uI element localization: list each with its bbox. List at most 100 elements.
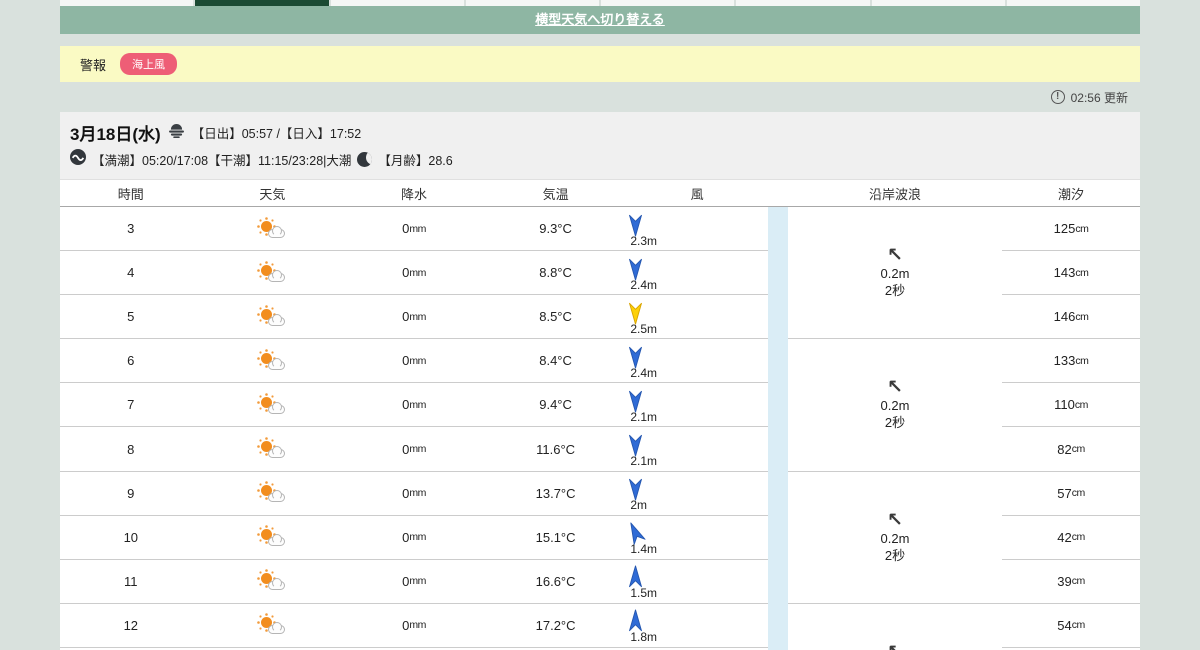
- temp-cell: 8.5°C: [539, 309, 572, 325]
- wave-height: 0.2m: [880, 398, 910, 414]
- wave-circle-icon: [70, 149, 86, 170]
- wind-direction-arrow-icon: [629, 346, 643, 369]
- unit-label: mm: [409, 266, 426, 279]
- table-body: 3 0 mm 9.3°C 2.3m 4 0 mm 8.8°C 2.4m 5 0 mm 8.5°C 2.5m 6…: [60, 207, 1140, 650]
- weather-cell: [202, 615, 344, 635]
- forecast-row: 11 0 mm 16.6°C 1.5m: [60, 560, 768, 604]
- forecast-table: 時間 天気 降水 気温 風 沿岸波浪 潮汐 3 0 mm 9.3°C 2.3m 4 0 mm 8.8°C 2.…: [60, 180, 1140, 650]
- wind-direction-arrow-icon: [629, 390, 643, 413]
- forecast-row: 4 0 mm 8.8°C 2.4m: [60, 251, 768, 296]
- forecast-row: 8 0 mm 11.6°C 2.1m: [60, 427, 768, 472]
- wind-cell: 2.3m: [626, 210, 768, 248]
- wind-cell: 2.4m: [626, 342, 768, 380]
- precip-cell: 0 mm: [402, 573, 426, 589]
- column-header: 降水: [400, 186, 427, 202]
- sun-behind-cloud-icon: [259, 527, 286, 547]
- precip-cell: 0 mm: [402, 309, 426, 325]
- wave-height: 0.2m: [880, 266, 910, 281]
- tide-column: 125 cm 143 cm 146 cm 133 cm 110 cm 82 cm 57 cm 42 cm 39 c…: [1002, 207, 1140, 650]
- wave-direction-icon: ↖: [887, 377, 903, 399]
- hour-cell: 5: [127, 309, 135, 325]
- unit-label: cm: [1071, 531, 1086, 544]
- tide-cell: 39 cm: [1002, 560, 1140, 604]
- divider-band: [768, 207, 788, 650]
- column-header: 沿岸波浪: [868, 186, 921, 202]
- hour-cell: 3: [127, 221, 135, 237]
- unit-label: mm: [409, 531, 426, 544]
- cloud-icon: [268, 401, 286, 414]
- wave-direction-icon: ↖: [887, 643, 903, 650]
- unit-label: cm: [1071, 487, 1086, 500]
- forecast-row: 7 0 mm 9.4°C 2.1m: [60, 383, 768, 428]
- weather-cell: [202, 351, 344, 371]
- cloud-icon: [268, 446, 286, 459]
- temp-cell: 17.2°C: [535, 617, 576, 633]
- wind-direction-arrow-icon: [629, 258, 643, 281]
- precip-cell: 0 mm: [402, 265, 426, 281]
- cloud-icon: [268, 622, 286, 635]
- sun-behind-cloud-icon: [259, 395, 286, 415]
- tide-cell: 82 cm: [1002, 427, 1140, 472]
- precip-cell: 0 mm: [402, 617, 426, 633]
- wave-cell: ↖ 0.2m 2秒: [788, 339, 1002, 472]
- sun-behind-cloud-icon: [259, 615, 286, 635]
- tide-cell: 146 cm: [1002, 295, 1140, 340]
- top-tab[interactable]: [195, 0, 329, 6]
- wave-direction-icon: ↖: [887, 509, 903, 531]
- top-tab[interactable]: [60, 0, 194, 6]
- wave-direction-icon: ↖: [887, 245, 903, 266]
- cloud-icon: [268, 313, 286, 326]
- top-tab[interactable]: [1006, 0, 1140, 6]
- cloud-icon: [268, 534, 286, 547]
- temp-cell: 9.4°C: [539, 397, 572, 413]
- wind-direction-arrow-icon: [629, 478, 643, 501]
- forecast-row: 10 0 mm 15.1°C 1.4m: [60, 516, 768, 560]
- tide-cell: 133 cm: [1002, 339, 1140, 384]
- update-time: 02:56 更新: [1070, 90, 1128, 105]
- weather-cell: [202, 395, 344, 415]
- sunrise-sunset-info: 【日出】05:57 /【日入】17:52: [191, 127, 362, 141]
- switch-to-horizontal-link[interactable]: 横型天気へ切り替える: [535, 12, 665, 27]
- precip-cell: 0 mm: [402, 353, 426, 369]
- temp-cell: 13.7°C: [535, 485, 576, 501]
- sun-behind-cloud-icon: [259, 439, 286, 459]
- wind-cell: 1.8m: [626, 606, 768, 644]
- sea-wind-warning-badge[interactable]: 海上風: [120, 53, 178, 75]
- date-header: 3月18日(水) 【日出】05:57 /【日入】17:52 【満潮】05:20/…: [60, 112, 1140, 180]
- wave-cell: ↖ 0.2m 2秒: [788, 207, 1002, 340]
- unit-label: cm: [1075, 222, 1089, 235]
- wind-direction-arrow-icon: [629, 434, 643, 457]
- sun-behind-cloud-icon: [259, 219, 286, 239]
- moon-age-info: 【月齢】28.6: [378, 154, 453, 168]
- precip-cell: 0 mm: [402, 441, 426, 457]
- top-tab[interactable]: [736, 0, 870, 6]
- wave-cell: ↖ 0.2m 2秒: [788, 472, 1002, 604]
- unit-label: cm: [1075, 310, 1089, 323]
- wind-cell: 2m: [626, 474, 768, 512]
- wave-period: 2秒: [884, 547, 906, 563]
- tide-cell: 125 cm: [1002, 207, 1140, 252]
- cloud-icon: [268, 578, 286, 591]
- top-tab[interactable]: [330, 0, 464, 6]
- hour-cell: 8: [127, 441, 135, 457]
- hour-cell: 12: [123, 617, 139, 633]
- unit-label: mm: [409, 398, 426, 411]
- cloud-icon: [268, 225, 286, 238]
- weather-cell: [202, 571, 344, 591]
- hour-cell: 10: [123, 529, 139, 545]
- info-icon: !: [1050, 90, 1065, 104]
- temp-cell: 8.8°C: [539, 265, 572, 281]
- temp-cell: 15.1°C: [535, 529, 576, 545]
- unit-label: cm: [1071, 575, 1086, 588]
- wave-period: 2秒: [884, 415, 906, 431]
- unit-label: mm: [409, 443, 426, 456]
- weather-cell: [202, 527, 344, 547]
- wind-cell: 2.4m: [626, 254, 768, 292]
- top-tab[interactable]: [871, 0, 1005, 6]
- unit-label: cm: [1075, 354, 1089, 367]
- main-rows: 3 0 mm 9.3°C 2.3m 4 0 mm 8.8°C 2.4m 5 0 mm 8.5°C 2.5m 6…: [60, 207, 768, 650]
- sun-behind-cloud-icon: [259, 351, 286, 371]
- hour-cell: 11: [124, 573, 138, 589]
- column-header: 気温: [542, 186, 569, 202]
- sun-behind-cloud-icon: [259, 483, 286, 503]
